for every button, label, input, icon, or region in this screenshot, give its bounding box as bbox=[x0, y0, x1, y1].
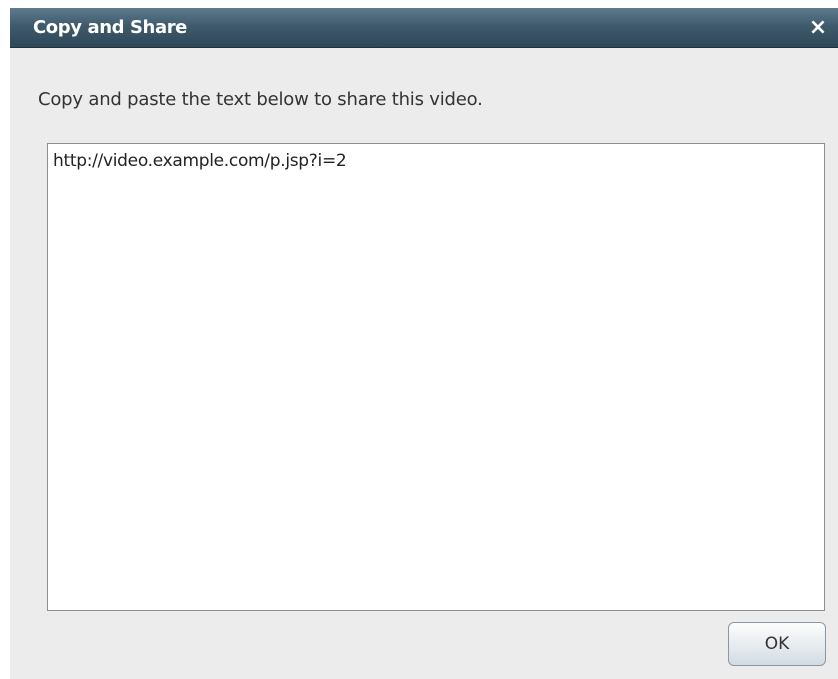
dialog-title: Copy and Share bbox=[33, 17, 187, 38]
close-icon[interactable]: × bbox=[806, 16, 830, 40]
instruction-text: Copy and paste the text below to share t… bbox=[38, 89, 483, 110]
copy-share-dialog: Copy and Share × Copy and paste the text… bbox=[10, 8, 838, 679]
share-link-textarea[interactable]: http://video.example.com/p.jsp?i=2 bbox=[47, 143, 825, 611]
dialog-titlebar[interactable]: Copy and Share × bbox=[10, 8, 838, 48]
ok-button[interactable]: OK bbox=[728, 622, 826, 666]
